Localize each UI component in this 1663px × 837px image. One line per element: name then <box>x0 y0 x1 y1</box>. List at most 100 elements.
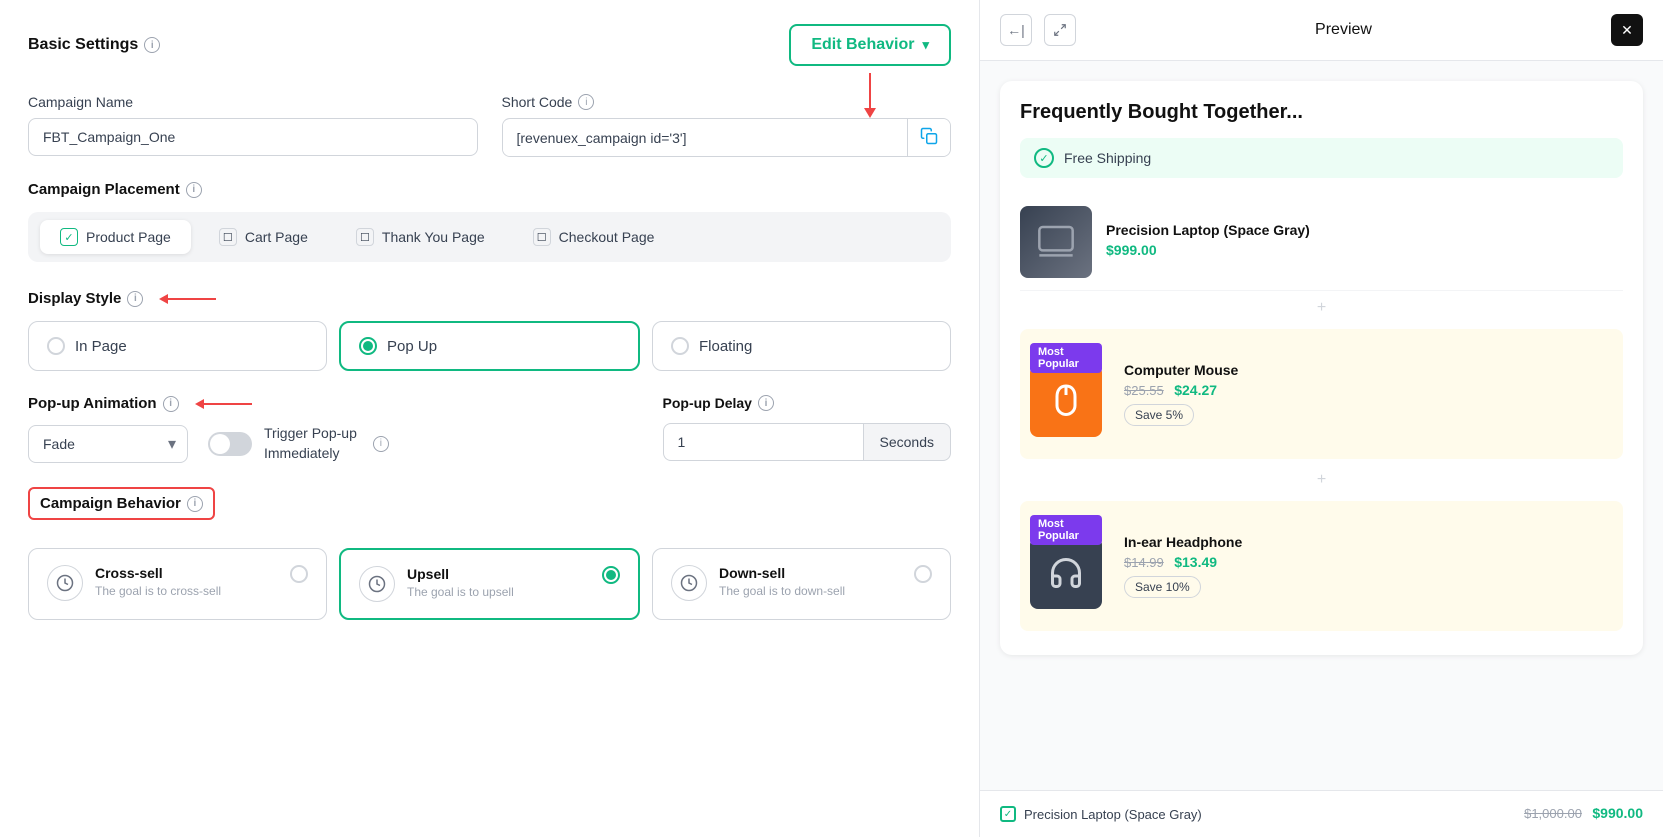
preview-card-title: Frequently Bought Together... <box>1020 101 1623 124</box>
copy-shortcode-button[interactable] <box>907 119 950 156</box>
preview-card: Frequently Bought Together... ✓ Free Shi… <box>1000 81 1643 655</box>
free-shipping-bar: ✓ Free Shipping <box>1020 138 1623 178</box>
campaign-behavior-section: Campaign Behavior i Cross-sell The goal … <box>28 487 951 620</box>
most-popular-badge-mouse: Most Popular <box>1030 343 1102 379</box>
behavior-cross-sell[interactable]: Cross-sell The goal is to cross-sell <box>28 548 327 620</box>
animation-section: Pop-up Animation i Fade Slide Zoom <box>28 395 951 463</box>
display-style-section: Display Style i In Page Pop Up Floating <box>28 290 951 371</box>
animation-select[interactable]: Fade Slide Zoom <box>28 425 188 463</box>
radio-floating <box>671 337 689 355</box>
edit-behavior-button[interactable]: Edit Behavior ▾ <box>789 24 951 66</box>
short-code-label-text: Short Code <box>502 94 573 110</box>
left-panel: Basic Settings i Edit Behavior ▾ Campaig… <box>0 0 980 837</box>
placement-thankyou-page[interactable]: ☐ Thank You Page <box>336 220 505 254</box>
placement-product-page[interactable]: ✓ Product Page <box>40 220 191 254</box>
product-image-laptop <box>1020 206 1092 278</box>
popup-delay-input-row: Seconds <box>663 423 951 461</box>
footer-product-info: ✓ Precision Laptop (Space Gray) <box>1000 806 1202 822</box>
down-sell-radio <box>914 565 932 583</box>
back-nav-button[interactable]: ←| <box>1000 14 1032 46</box>
upsell-radio <box>602 566 620 584</box>
campaign-behavior-info-icon[interactable]: i <box>187 496 203 512</box>
down-sell-icon <box>671 565 707 601</box>
trigger-popup-group: Trigger Pop-up Immediately i <box>208 424 389 463</box>
display-style-title: Display Style i <box>28 290 143 307</box>
basic-settings-title: Basic Settings i <box>28 36 160 54</box>
radio-pop-up <box>359 337 377 355</box>
footer-original-price: $1,000.00 <box>1524 806 1582 821</box>
short-code-wrapper <box>502 118 952 157</box>
cross-sell-label: Cross-sell <box>95 565 278 581</box>
popup-delay-unit: Seconds <box>863 423 951 461</box>
campaign-name-input[interactable] <box>28 118 478 156</box>
placement-check-checkout: ☐ <box>533 228 551 246</box>
placement-check-thankyou: ☐ <box>356 228 374 246</box>
display-style-arrow <box>159 294 216 304</box>
product-name-laptop: Precision Laptop (Space Gray) <box>1106 222 1623 238</box>
product-name-headphone: In-ear Headphone <box>1124 534 1613 550</box>
style-option-floating[interactable]: Floating <box>652 321 951 371</box>
campaign-behavior-title: Campaign Behavior i <box>28 487 215 520</box>
product-price-row-headphone: $14.99 $13.49 <box>1124 554 1613 572</box>
cross-sell-radio <box>290 565 308 583</box>
product-item-mouse: Most Popular Computer Mouse $25.55 <box>1030 339 1613 449</box>
behavior-upsell[interactable]: Upsell The goal is to upsell <box>339 548 640 620</box>
animation-group: Pop-up Animation i Fade Slide Zoom <box>28 395 389 463</box>
animation-title-row: Pop-up Animation i <box>28 395 389 412</box>
campaign-fields-row: Campaign Name Short Code i <box>28 94 951 157</box>
product-original-price-headphone: $14.99 <box>1124 555 1164 570</box>
trigger-popup-toggle[interactable] <box>208 432 252 456</box>
short-code-group: Short Code i <box>502 94 952 157</box>
upsell-label: Upsell <box>407 566 590 582</box>
animation-controls-row: Fade Slide Zoom ▾ Trigger Pop-up Immedia… <box>28 424 389 463</box>
mouse-img-wrapper: Most Popular <box>1030 351 1102 437</box>
down-sell-text: Down-sell The goal is to down-sell <box>719 565 902 598</box>
campaign-name-label: Campaign Name <box>28 94 478 110</box>
placement-product-label: Product Page <box>86 229 171 245</box>
display-style-title-row: Display Style i <box>28 290 951 307</box>
product-name-mouse: Computer Mouse <box>1124 362 1613 378</box>
campaign-behavior-title-wrapper: Campaign Behavior i <box>28 487 951 534</box>
campaign-placement-info-icon[interactable]: i <box>186 182 202 198</box>
short-code-label: Short Code i <box>502 94 952 110</box>
placement-cart-page[interactable]: ☐ Cart Page <box>199 220 328 254</box>
display-style-info-icon[interactable]: i <box>127 291 143 307</box>
style-option-in-page[interactable]: In Page <box>28 321 327 371</box>
product-item-headphone: Most Popular In-ear Headphone <box>1030 511 1613 621</box>
plus-divider-2: + <box>1020 463 1623 497</box>
animation-select-wrapper: Fade Slide Zoom ▾ <box>28 425 188 463</box>
behavior-down-sell[interactable]: Down-sell The goal is to down-sell <box>652 548 951 620</box>
expand-button[interactable] <box>1044 14 1076 46</box>
placement-bar: ✓ Product Page ☐ Cart Page ☐ Thank You P… <box>28 212 951 262</box>
down-sell-desc: The goal is to down-sell <box>719 584 902 598</box>
footer-sale-price: $990.00 <box>1592 805 1643 821</box>
basic-settings-info-icon[interactable]: i <box>144 37 160 53</box>
most-popular-badge-headphone: Most Popular <box>1030 515 1102 551</box>
animation-title: Pop-up Animation i <box>28 395 179 412</box>
product-info-laptop: Precision Laptop (Space Gray) $999.00 <box>1106 222 1623 262</box>
trigger-popup-info-icon[interactable]: i <box>373 436 389 452</box>
animation-info-icon[interactable]: i <box>163 396 179 412</box>
campaign-placement-section: Campaign Placement i ✓ Product Page ☐ Ca… <box>28 181 951 262</box>
animation-delay-row: Pop-up Animation i Fade Slide Zoom <box>28 395 951 463</box>
placement-checkout-page[interactable]: ☐ Checkout Page <box>513 220 675 254</box>
right-panel: ←| Preview ✕ Frequently Bought Together.… <box>980 0 1663 837</box>
short-code-info-icon[interactable]: i <box>578 94 594 110</box>
popup-delay-title: Pop-up Delay i <box>663 395 951 411</box>
style-option-pop-up[interactable]: Pop Up <box>339 321 640 371</box>
product-price-row-mouse: $25.55 $24.27 <box>1124 382 1613 400</box>
product-info-headphone: In-ear Headphone $14.99 $13.49 Save 10% <box>1116 534 1613 598</box>
placement-thankyou-label: Thank You Page <box>382 229 485 245</box>
popup-delay-group: Pop-up Delay i Seconds <box>663 395 951 461</box>
preview-header: ←| Preview ✕ <box>980 0 1663 61</box>
style-in-page-label: In Page <box>75 338 127 355</box>
placement-check-cart: ☐ <box>219 228 237 246</box>
close-preview-button[interactable]: ✕ <box>1611 14 1643 46</box>
popup-delay-input[interactable] <box>663 423 863 461</box>
short-code-input[interactable] <box>503 120 908 156</box>
headphone-img-wrapper: Most Popular <box>1030 523 1102 609</box>
popup-delay-info-icon[interactable]: i <box>758 395 774 411</box>
preview-content: Frequently Bought Together... ✓ Free Shi… <box>980 61 1663 790</box>
upsell-icon <box>359 566 395 602</box>
product-price-laptop: $999.00 <box>1106 242 1623 258</box>
